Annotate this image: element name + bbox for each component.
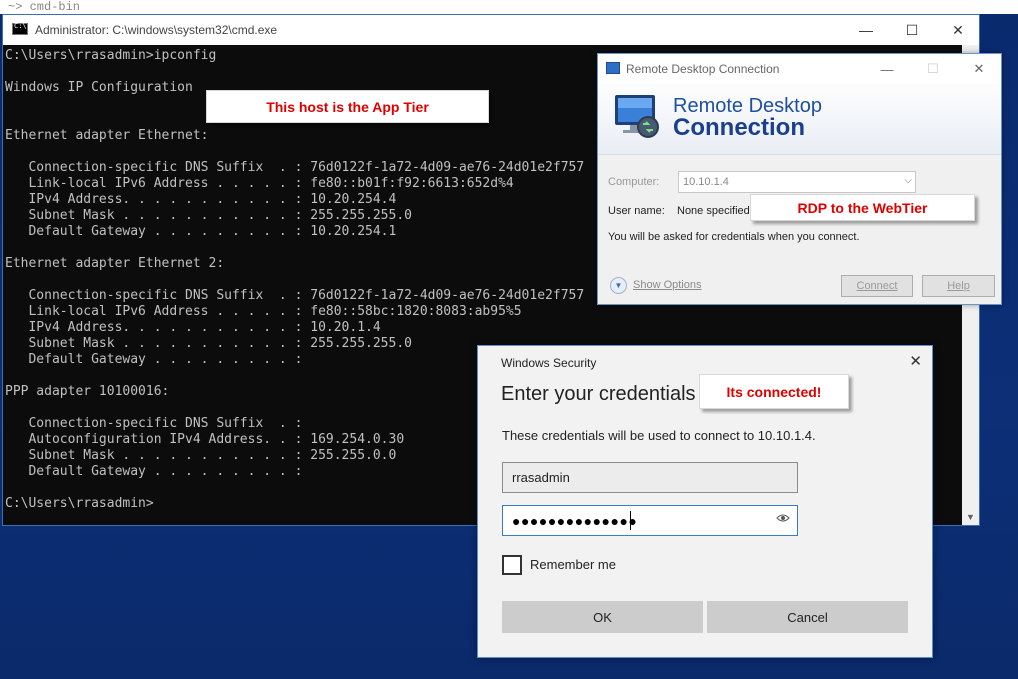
rdp-maximize-button: ☐: [927, 61, 939, 76]
remember-me-label[interactable]: Remember me: [530, 557, 616, 572]
console-line: C:\Users\rrasadmin>: [5, 496, 154, 511]
show-options-link[interactable]: Show Options: [633, 279, 701, 291]
console-line: Default Gateway . . . . . . . . . : 10.2…: [5, 224, 397, 239]
console-line: Link-local IPv6 Address . . . . . : fe80…: [5, 176, 514, 191]
console-line: PPP adapter 10100016:: [5, 384, 170, 399]
ok-button[interactable]: OK: [502, 601, 703, 633]
help-button[interactable]: Help: [922, 275, 995, 297]
cmd-close-button[interactable]: ✕: [935, 15, 981, 45]
remote-desktop-logo-icon: [615, 95, 659, 138]
security-heading: Enter your credentials: [501, 383, 696, 405]
rdp-app-icon: [606, 62, 620, 74]
username-value: None specified: [677, 205, 750, 217]
callout-app-tier: This host is the App Tier: [206, 90, 489, 123]
computer-combobox[interactable]: 10.10.1.4 ⌵: [678, 171, 916, 193]
cmd-titlebar[interactable]: Administrator: C:\windows\system32\cmd.e…: [3, 15, 979, 45]
scroll-down-arrow-icon[interactable]: ▼: [962, 508, 979, 525]
reveal-password-eye-icon[interactable]: [776, 512, 790, 524]
rdp-heading-line1: Remote Desktop: [673, 95, 822, 117]
callout-connected: Its connected!: [699, 374, 849, 409]
username-field[interactable]: rrasadmin: [502, 462, 798, 493]
desktop-top-text: ~> cmd-bin: [8, 0, 81, 14]
remember-me-checkbox[interactable]: [502, 555, 522, 575]
console-line: Subnet Mask . . . . . . . . . . . : 255.…: [5, 208, 412, 223]
console-line: Subnet Mask . . . . . . . . . . . : 255.…: [5, 448, 397, 463]
security-title: Windows Security: [501, 356, 597, 370]
console-line: Subnet Mask . . . . . . . . . . . : 255.…: [5, 336, 412, 351]
show-options-icon[interactable]: ▼: [610, 277, 627, 294]
console-line: Connection-specific DNS Suffix . : 76d01…: [5, 288, 585, 303]
console-line: Ethernet adapter Ethernet 2:: [5, 256, 225, 271]
console-line: Ethernet adapter Ethernet:: [5, 128, 209, 143]
cmd-title: Administrator: C:\windows\system32\cmd.e…: [35, 23, 278, 37]
rdp-title: Remote Desktop Connection: [626, 62, 780, 76]
chevron-down-icon[interactable]: ⌵: [904, 175, 912, 186]
cancel-button[interactable]: Cancel: [707, 601, 908, 633]
security-description: These credentials will be used to connec…: [502, 428, 816, 443]
console-line: C:\Users\rrasadmin>ipconfig: [5, 48, 217, 63]
password-field[interactable]: ●●●●●●●●●●●●●●: [502, 505, 798, 536]
rdp-banner: Remote Desktop Connection: [598, 84, 1001, 155]
console-line: Default Gateway . . . . . . . . . :: [5, 464, 303, 479]
console-line: IPv4 Address. . . . . . . . . . . : 10.2…: [5, 320, 381, 335]
console-line: Link-local IPv6 Address . . . . . : fe80…: [5, 304, 522, 319]
cmd-app-icon: [12, 22, 28, 35]
desktop-top-strip: ~> cmd-bin: [0, 0, 1018, 14]
rdp-minimize-button[interactable]: —: [864, 54, 910, 84]
console-line: Autoconfiguration IPv4 Address. . : 169.…: [5, 432, 405, 447]
cmd-maximize-button[interactable]: ☐: [889, 15, 935, 45]
rdp-titlebar[interactable]: Remote Desktop Connection — ☐ ✕: [598, 54, 1001, 84]
password-mask: ●●●●●●●●●●●●●●: [512, 513, 638, 529]
console-line: Default Gateway . . . . . . . . . :: [5, 352, 303, 367]
console-line: Connection-specific DNS Suffix . : 76d01…: [5, 160, 585, 175]
rdp-window: Remote Desktop Connection — ☐ ✕ Remote D…: [597, 53, 1002, 305]
rdp-close-button[interactable]: ✕: [956, 54, 1002, 84]
rdp-info-text: You will be asked for credentials when y…: [608, 231, 860, 243]
connect-button[interactable]: Connect: [841, 275, 913, 297]
computer-label: Computer:: [608, 176, 660, 188]
callout-web-tier: RDP to the WebTier: [750, 194, 975, 221]
console-line: IPv4 Address. . . . . . . . . . . : 10.2…: [5, 192, 397, 207]
cmd-minimize-button[interactable]: —: [843, 15, 889, 45]
username-label: User name:: [608, 205, 665, 217]
console-line: Windows IP Configuration: [5, 80, 193, 95]
text-caret: [630, 511, 631, 530]
close-icon[interactable]: ✕: [909, 352, 922, 370]
computer-value: 10.10.1.4: [683, 176, 729, 188]
rdp-heading-line2: Connection: [673, 114, 805, 141]
console-line: Connection-specific DNS Suffix . :: [5, 416, 303, 431]
